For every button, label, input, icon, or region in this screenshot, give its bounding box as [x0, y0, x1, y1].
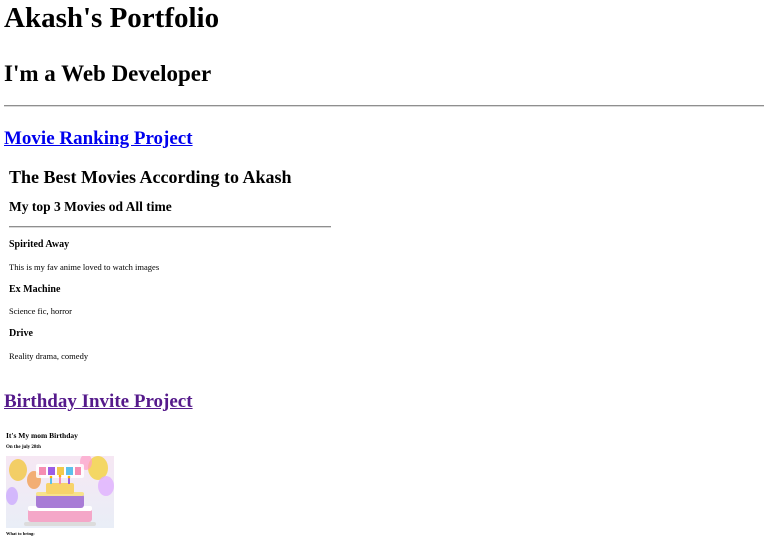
- movie-title: Spirited Away: [9, 239, 70, 250]
- movie-title: Drive: [9, 328, 33, 339]
- movie-title: Ex Machine: [9, 284, 61, 295]
- page-subtitle: I'm a Web Developer: [4, 61, 212, 86]
- movie-heading: The Best Movies According to Akash: [9, 167, 292, 187]
- birthday-cake-image: [6, 454, 114, 528]
- birthday-date: On the july 28th: [6, 445, 41, 450]
- movie-subheading: My top 3 Movies od All time: [9, 199, 172, 214]
- movie-description: Science fic, horror: [9, 306, 73, 316]
- birthday-invite-embed: It's My mom Birthday On the july 28th Wh…: [4, 425, 204, 538]
- birthday-heading: It's My mom Birthday: [6, 431, 78, 440]
- movie-ranking-embed: The Best Movies According to Akash My to…: [4, 158, 344, 380]
- section-divider: [4, 105, 764, 107]
- movie-divider: [9, 226, 331, 228]
- movie-description: Reality drama, comedy: [9, 351, 89, 361]
- movie-description: This is my fav anime loved to watch imag…: [9, 262, 160, 272]
- birthday-footer-text: What to bring:: [6, 531, 35, 536]
- birthday-invite-project-link[interactable]: Birthday Invite Project: [4, 392, 193, 411]
- movie-ranking-project-link[interactable]: Movie Ranking Project: [4, 129, 193, 148]
- page-title: Akash's Portfolio: [4, 2, 220, 34]
